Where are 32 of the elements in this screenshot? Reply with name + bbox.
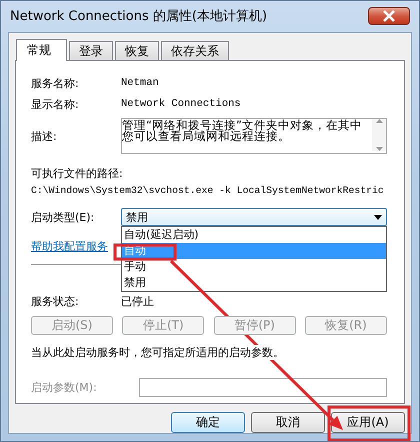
field-label: 描述: [31, 128, 58, 144]
window-title: Network Connections 的属性(本地计算机) [10, 8, 268, 24]
path-value: C:\Windows\System32\svchost.exe -k LocalSystemNetworkRestric [31, 184, 384, 197]
scrollbar[interactable] [372, 119, 386, 151]
field-label: 启动参数(M): [31, 380, 98, 395]
dropdown-option[interactable]: 禁用 [122, 275, 386, 291]
field-label: 可执行文件的路径: [31, 166, 124, 181]
tab[interactable]: 常规 [16, 39, 67, 61]
dialog-button[interactable]: 取消 [251, 412, 325, 433]
field-label: 显示名称: [31, 96, 80, 112]
field-value: Netman [121, 76, 160, 90]
tab[interactable]: 恢复 [115, 41, 159, 60]
field-label: 启动类型(E): [31, 210, 96, 224]
dialog-button[interactable]: 应用(A) [331, 412, 405, 433]
highlight-box [114, 244, 176, 260]
dropdown-option[interactable]: 自动(延迟启动) [122, 227, 386, 243]
dropdown-option[interactable]: 手动 [122, 259, 386, 275]
field-label: 服务名称: [31, 76, 80, 90]
description-text: 管理“网络和拨号连接”文件夹中对象，在其中您可以查看局域网和远程连接。 [122, 119, 363, 142]
help-link[interactable]: 帮助我配置服务 [31, 240, 108, 253]
caret-icon [374, 214, 382, 220]
dialog-button[interactable]: 确定 [171, 412, 245, 433]
tab[interactable]: 登录 [69, 41, 113, 60]
field-label: 服务状态: [31, 294, 80, 308]
up-arrow-icon[interactable] [376, 119, 382, 123]
startup-type-dropdown[interactable]: 禁用 [121, 208, 387, 226]
close-icon [382, 10, 396, 22]
close-button[interactable] [368, 6, 410, 24]
tab[interactable]: 依存关系 [161, 41, 229, 60]
field-value: Network Connections [121, 97, 242, 111]
status-value: 已停止 [121, 294, 155, 308]
down-arrow-icon[interactable] [376, 147, 382, 151]
